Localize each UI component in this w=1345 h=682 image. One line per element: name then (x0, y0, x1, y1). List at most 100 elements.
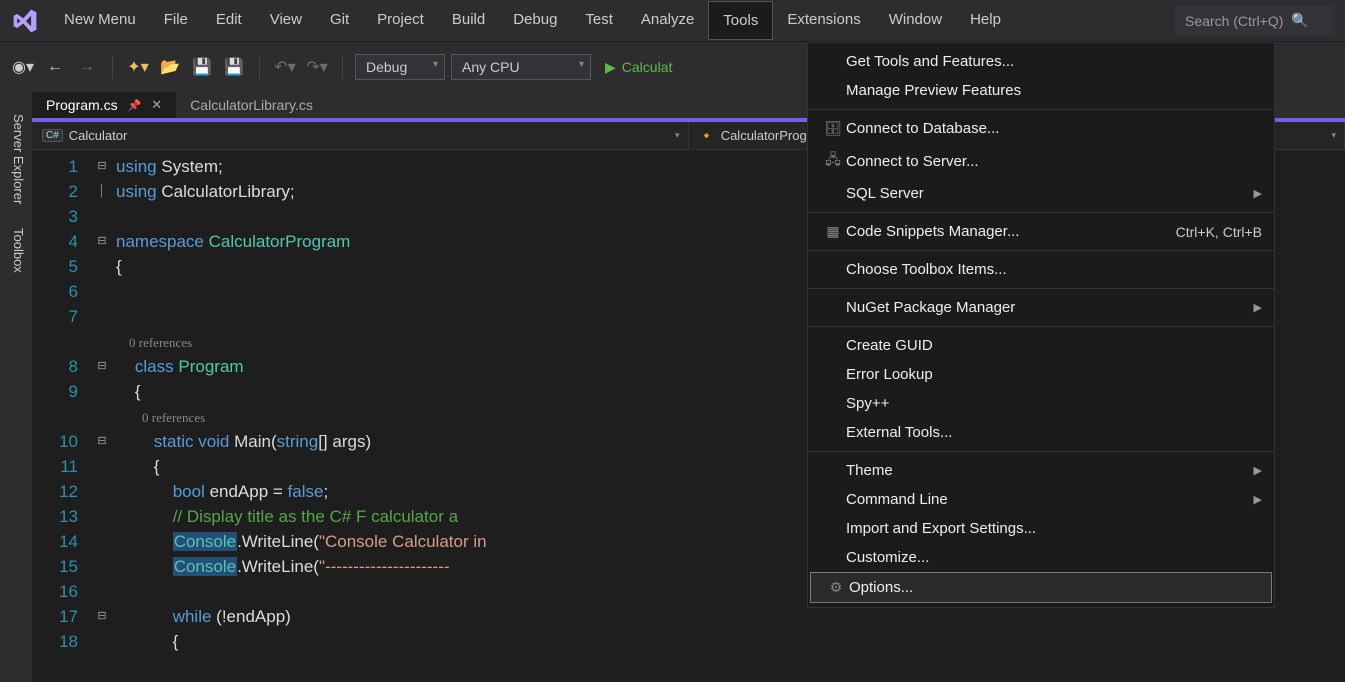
menu-item-customize[interactable]: Customize... (808, 543, 1274, 572)
class-icon: 🔸 (699, 128, 715, 144)
gear-icon: ⚙ (823, 579, 849, 596)
menu-label: Choose Toolbox Items... (846, 261, 1262, 278)
chevron-right-icon: ▶ (1254, 464, 1262, 477)
redo-button[interactable]: ↷▾ (304, 54, 330, 80)
menu-label: Code Snippets Manager... (846, 223, 1176, 240)
menu-item-manage-preview-features[interactable]: Manage Preview Features (808, 76, 1274, 105)
menu-label: External Tools... (846, 424, 1262, 441)
nav-project-dropdown[interactable]: C# Calculator (32, 122, 689, 149)
csharp-icon: C# (42, 129, 63, 142)
menu-item-choose-toolbox-items[interactable]: Choose Toolbox Items... (808, 255, 1274, 284)
menu-item-file[interactable]: File (150, 1, 202, 40)
menu-label: Import and Export Settings... (846, 520, 1262, 537)
menu-label: Command Line (846, 491, 1254, 508)
menubar: New MenuFileEditViewGitProjectBuildDebug… (0, 0, 1345, 42)
menu-item-view[interactable]: View (256, 1, 316, 40)
menu-label: Options... (849, 579, 1259, 596)
tab-program-cs[interactable]: Program.cs 📌 ✕ (32, 92, 176, 118)
side-tab-well: Server Explorer Toolbox (0, 92, 32, 682)
menu-label: Theme (846, 462, 1254, 479)
config-dropdown[interactable]: Debug (355, 54, 445, 80)
open-file-button[interactable]: 📂 (157, 54, 183, 80)
close-icon[interactable]: ✕ (151, 97, 162, 113)
menu-item-tools[interactable]: Tools (708, 1, 773, 40)
menu-label: Error Lookup (846, 366, 1262, 383)
shortcut: Ctrl+K, Ctrl+B (1176, 224, 1262, 240)
menu-item-command-line[interactable]: Command Line▶ (808, 485, 1274, 514)
start-button[interactable]: ▶ Calculat (597, 55, 680, 80)
vs-logo-icon (0, 7, 50, 35)
undo-button[interactable]: ↶▾ (272, 54, 298, 80)
menu-item-theme[interactable]: Theme▶ (808, 456, 1274, 485)
menu-item-external-tools[interactable]: External Tools... (808, 418, 1274, 447)
tab-calculator-library[interactable]: CalculatorLibrary.cs (176, 92, 327, 118)
forward-button[interactable]: → (74, 54, 100, 80)
menu-item-options[interactable]: ⚙Options... (810, 572, 1272, 603)
menu-item-edit[interactable]: Edit (202, 1, 256, 40)
menu-item-connect-to-database[interactable]: 🗄Connect to Database... (808, 114, 1274, 143)
separator (259, 55, 260, 79)
menu-label: Connect to Database... (846, 120, 1262, 137)
menu-item-sql-server[interactable]: SQL Server▶ (808, 179, 1274, 208)
menu-item-create-guid[interactable]: Create GUID (808, 331, 1274, 360)
menu-separator (808, 326, 1274, 327)
menu-separator (808, 288, 1274, 289)
menu-label: Manage Preview Features (846, 82, 1262, 99)
nav-dropdown-icon[interactable]: ◉▾ (10, 54, 36, 80)
fold-column: ⊟│⊟⊟⊟⊟ (92, 150, 112, 682)
menu-label: Get Tools and Features... (846, 53, 1262, 70)
save-button[interactable]: 💾 (189, 54, 215, 80)
srv-icon: 🖧 (820, 149, 846, 173)
line-gutter: 123456789101112131415161718 (32, 150, 92, 682)
menu-item-error-lookup[interactable]: Error Lookup (808, 360, 1274, 389)
menu-item-import-and-export-settings[interactable]: Import and Export Settings... (808, 514, 1274, 543)
menu-item-get-tools-and-features[interactable]: Get Tools and Features... (808, 47, 1274, 76)
chevron-right-icon: ▶ (1254, 187, 1262, 200)
menu-separator (808, 109, 1274, 110)
separator (342, 55, 343, 79)
search-placeholder: Search (Ctrl+Q) (1185, 13, 1283, 29)
menu-item-nuget-package-manager[interactable]: NuGet Package Manager▶ (808, 293, 1274, 322)
tab-label: CalculatorLibrary.cs (190, 97, 313, 113)
menu-separator (808, 250, 1274, 251)
menu-item-test[interactable]: Test (571, 1, 627, 40)
tab-label: Program.cs (46, 97, 118, 113)
menu-item-connect-to-server[interactable]: 🖧Connect to Server... (808, 143, 1274, 179)
nav-project-label: Calculator (69, 128, 128, 143)
menu-item-new-menu[interactable]: New Menu (50, 1, 150, 40)
side-tab-toolbox[interactable]: Toolbox (0, 216, 32, 285)
menu-label: Spy++ (846, 395, 1262, 412)
side-tab-server-explorer[interactable]: Server Explorer (0, 102, 32, 216)
chevron-right-icon: ▶ (1254, 301, 1262, 314)
menu-item-spy[interactable]: Spy++ (808, 389, 1274, 418)
pin-icon[interactable]: 📌 (128, 99, 142, 112)
separator (112, 55, 113, 79)
menu-item-analyze[interactable]: Analyze (627, 1, 708, 40)
menu-item-debug[interactable]: Debug (499, 1, 571, 40)
menu-item-window[interactable]: Window (875, 1, 956, 40)
play-icon: ▶ (605, 59, 616, 76)
search-box[interactable]: Search (Ctrl+Q) 🔍 (1175, 6, 1335, 35)
menu-item-code-snippets-manager[interactable]: ▦Code Snippets Manager...Ctrl+K, Ctrl+B (808, 217, 1274, 246)
menu-item-git[interactable]: Git (316, 1, 363, 40)
save-all-button[interactable]: 💾 (221, 54, 247, 80)
search-icon: 🔍 (1291, 12, 1308, 29)
menu-label: SQL Server (846, 185, 1254, 202)
menu-item-project[interactable]: Project (363, 1, 438, 40)
menu-label: NuGet Package Manager (846, 299, 1254, 316)
menu-label: Customize... (846, 549, 1262, 566)
menu-item-help[interactable]: Help (956, 1, 1015, 40)
chevron-right-icon: ▶ (1254, 493, 1262, 506)
menu-label: Create GUID (846, 337, 1262, 354)
tools-menu-dropdown: Get Tools and Features... Manage Preview … (807, 42, 1275, 608)
start-label: Calculat (622, 59, 673, 75)
menu-separator (808, 212, 1274, 213)
menu-separator (808, 451, 1274, 452)
back-button[interactable]: ← (42, 54, 68, 80)
platform-dropdown[interactable]: Any CPU (451, 54, 591, 80)
new-item-button[interactable]: ✦▾ (125, 54, 151, 80)
menu-item-extensions[interactable]: Extensions (773, 1, 874, 40)
db-icon: 🗄 (820, 120, 846, 137)
menu-item-build[interactable]: Build (438, 1, 499, 40)
menu-label: Connect to Server... (846, 153, 1262, 170)
